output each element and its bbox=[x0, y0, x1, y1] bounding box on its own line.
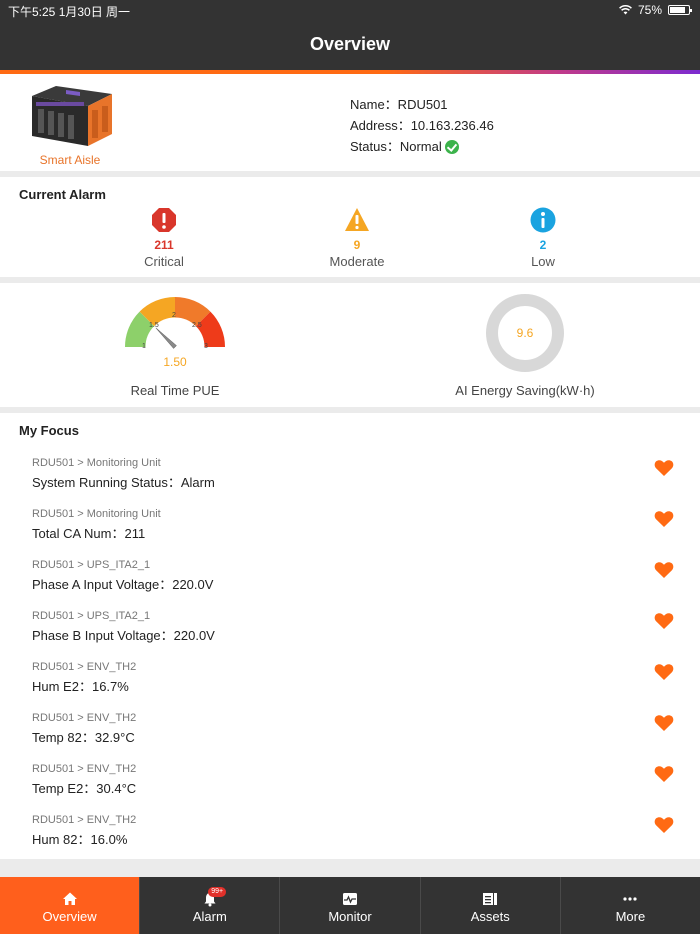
focus-item[interactable]: RDU501 > UPS_ITA2_1 Phase A Input Voltage… bbox=[0, 551, 700, 602]
focus-item[interactable]: RDU501 > UPS_ITA2_1 Phase B Input Voltage… bbox=[0, 602, 700, 653]
device-address: Address：10.163.236.46 bbox=[350, 118, 494, 133]
tab-monitor-label: Monitor bbox=[328, 909, 372, 924]
energy-label: AI Energy Saving(kW·h) bbox=[455, 383, 595, 398]
heart-icon[interactable] bbox=[654, 663, 674, 681]
alarm-badge: 99+ bbox=[208, 887, 227, 897]
tab-assets[interactable]: Assets bbox=[421, 877, 561, 934]
focus-item[interactable]: RDU501 > ENV_TH2 Hum 82：16.0% bbox=[0, 806, 700, 857]
focus-item-path: RDU501 > ENV_TH2 bbox=[32, 763, 137, 775]
pue-tick-2: 2 bbox=[172, 312, 176, 319]
battery-icon bbox=[668, 5, 692, 15]
pue-tick-1: 1 bbox=[142, 343, 146, 350]
focus-item[interactable]: RDU501 > ENV_TH2 Temp E2：30.4°C bbox=[0, 755, 700, 806]
current-alarm-card: Current Alarm 211 Critical 9 Moderate 2 … bbox=[0, 177, 700, 277]
my-focus-title: My Focus bbox=[19, 423, 79, 438]
tab-bar: Overview 99+ Alarm Monitor Assets More bbox=[0, 877, 700, 934]
focus-item-path: RDU501 > Monitoring Unit bbox=[32, 457, 161, 469]
device-status: Status：Normal bbox=[350, 139, 442, 154]
focus-item-value: Hum 82：16.0% bbox=[32, 832, 128, 847]
battery-percent: 75% bbox=[637, 3, 662, 17]
focus-item-path: RDU501 > ENV_TH2 bbox=[32, 814, 137, 826]
heart-icon[interactable] bbox=[654, 612, 674, 630]
tab-alarm[interactable]: 99+ Alarm bbox=[140, 877, 281, 934]
focus-item[interactable]: RDU501 > ENV_TH2 Hum E2：16.7% bbox=[0, 653, 700, 704]
device-name: Name：RDU501 bbox=[350, 97, 448, 112]
low-alarm-icon bbox=[530, 207, 556, 233]
status-ok-icon bbox=[444, 139, 459, 154]
alarm-critical[interactable]: 211 Critical bbox=[104, 207, 224, 269]
pue-tick-1-5: 1.5 bbox=[149, 322, 159, 329]
focus-item[interactable]: RDU501 > Monitoring Unit System Running S… bbox=[0, 449, 700, 500]
tab-more-label: More bbox=[615, 909, 646, 924]
home-icon bbox=[62, 892, 77, 905]
heart-icon[interactable] bbox=[654, 765, 674, 783]
focus-item-path: RDU501 > UPS_ITA2_1 bbox=[32, 610, 151, 622]
focus-list: RDU501 > Monitoring Unit System Running S… bbox=[0, 449, 700, 857]
assets-icon bbox=[483, 893, 498, 905]
pue-tick-3: 3 bbox=[204, 343, 208, 350]
pue-label: Real Time PUE bbox=[130, 383, 220, 398]
focus-item-value: Phase A Input Voltage：220.0V bbox=[32, 577, 214, 592]
energy-saving-ring[interactable]: 9.6 bbox=[485, 293, 565, 373]
alarm-low[interactable]: 2 Low bbox=[483, 207, 603, 269]
pue-needle bbox=[155, 327, 177, 349]
heart-icon[interactable] bbox=[654, 510, 674, 528]
pue-tick-2-5: 2.5 bbox=[192, 322, 202, 329]
alarm-moderate[interactable]: 9 Moderate bbox=[297, 207, 417, 269]
focus-item[interactable]: RDU501 > Monitoring Unit Total CA Num：211 bbox=[0, 500, 700, 551]
wifi-icon bbox=[619, 5, 632, 15]
smart-aisle-image bbox=[32, 86, 112, 146]
focus-item-value: Hum E2：16.7% bbox=[32, 679, 129, 694]
critical-count: 211 bbox=[154, 238, 174, 252]
tab-monitor[interactable]: Monitor bbox=[280, 877, 421, 934]
moderate-alarm-icon bbox=[345, 208, 369, 231]
focus-item[interactable]: RDU501 > ENV_TH2 Temp 82：32.9°C bbox=[0, 704, 700, 755]
focus-item-value: Temp 82：32.9°C bbox=[32, 730, 135, 745]
status-bar: 下午5:25 1月30日 周一 75% bbox=[0, 0, 700, 20]
moderate-count: 9 bbox=[353, 238, 361, 252]
focus-item-path: RDU501 > ENV_TH2 bbox=[32, 661, 137, 673]
status-time: 下午5:25 1月30日 周一 bbox=[8, 5, 131, 19]
heart-icon[interactable] bbox=[654, 816, 674, 834]
heart-icon[interactable] bbox=[654, 561, 674, 579]
tab-alarm-label: Alarm bbox=[192, 909, 227, 924]
focus-item-value: Total CA Num：211 bbox=[32, 526, 146, 541]
focus-item-value: Temp E2：30.4°C bbox=[32, 781, 137, 796]
device-image-label: Smart Aisle bbox=[39, 153, 101, 167]
device-info: Name：RDU501 Address：10.163.236.46 Status… bbox=[350, 94, 494, 157]
device-card[interactable]: Smart Aisle Name：RDU501 Address：10.163.2… bbox=[0, 74, 700, 171]
current-alarm-title: Current Alarm bbox=[19, 187, 106, 202]
critical-alarm-icon bbox=[152, 208, 176, 232]
low-count: 2 bbox=[539, 238, 547, 252]
focus-item-value: System Running Status：Alarm bbox=[32, 475, 215, 490]
critical-label: Critical bbox=[144, 254, 184, 269]
focus-item-path: RDU501 > UPS_ITA2_1 bbox=[32, 559, 151, 571]
my-focus-card: My Focus RDU501 > Monitoring Unit System … bbox=[0, 413, 700, 859]
heart-icon[interactable] bbox=[654, 459, 674, 477]
tab-assets-label: Assets bbox=[470, 909, 510, 924]
monitor-icon bbox=[343, 893, 357, 905]
focus-item-path: RDU501 > Monitoring Unit bbox=[32, 508, 161, 520]
heart-icon[interactable] bbox=[654, 714, 674, 732]
focus-item-value: Phase B Input Voltage：220.0V bbox=[32, 628, 215, 643]
tab-overview-label: Overview bbox=[42, 909, 97, 924]
focus-item-path: RDU501 > ENV_TH2 bbox=[32, 712, 137, 724]
tab-overview[interactable]: Overview bbox=[0, 877, 141, 934]
battery-fill bbox=[670, 7, 685, 13]
pue-gauge[interactable]: 1 1.5 2 2.5 3 1.50 bbox=[110, 287, 240, 377]
tab-more[interactable]: More bbox=[561, 877, 700, 934]
more-icon bbox=[623, 897, 638, 901]
energy-value: 9.6 bbox=[517, 326, 534, 340]
status-right: 75% bbox=[619, 3, 692, 17]
pue-value: 1.50 bbox=[163, 355, 187, 369]
low-label: Low bbox=[531, 254, 555, 269]
gauges-card: 1 1.5 2 2.5 3 1.50 Real Time PUE 9.6 AI … bbox=[0, 283, 700, 407]
moderate-label: Moderate bbox=[329, 254, 385, 269]
page-title: Overview bbox=[309, 34, 391, 54]
device-status-row: Status：Normal bbox=[350, 136, 494, 157]
nav-bar: Overview bbox=[0, 20, 700, 70]
